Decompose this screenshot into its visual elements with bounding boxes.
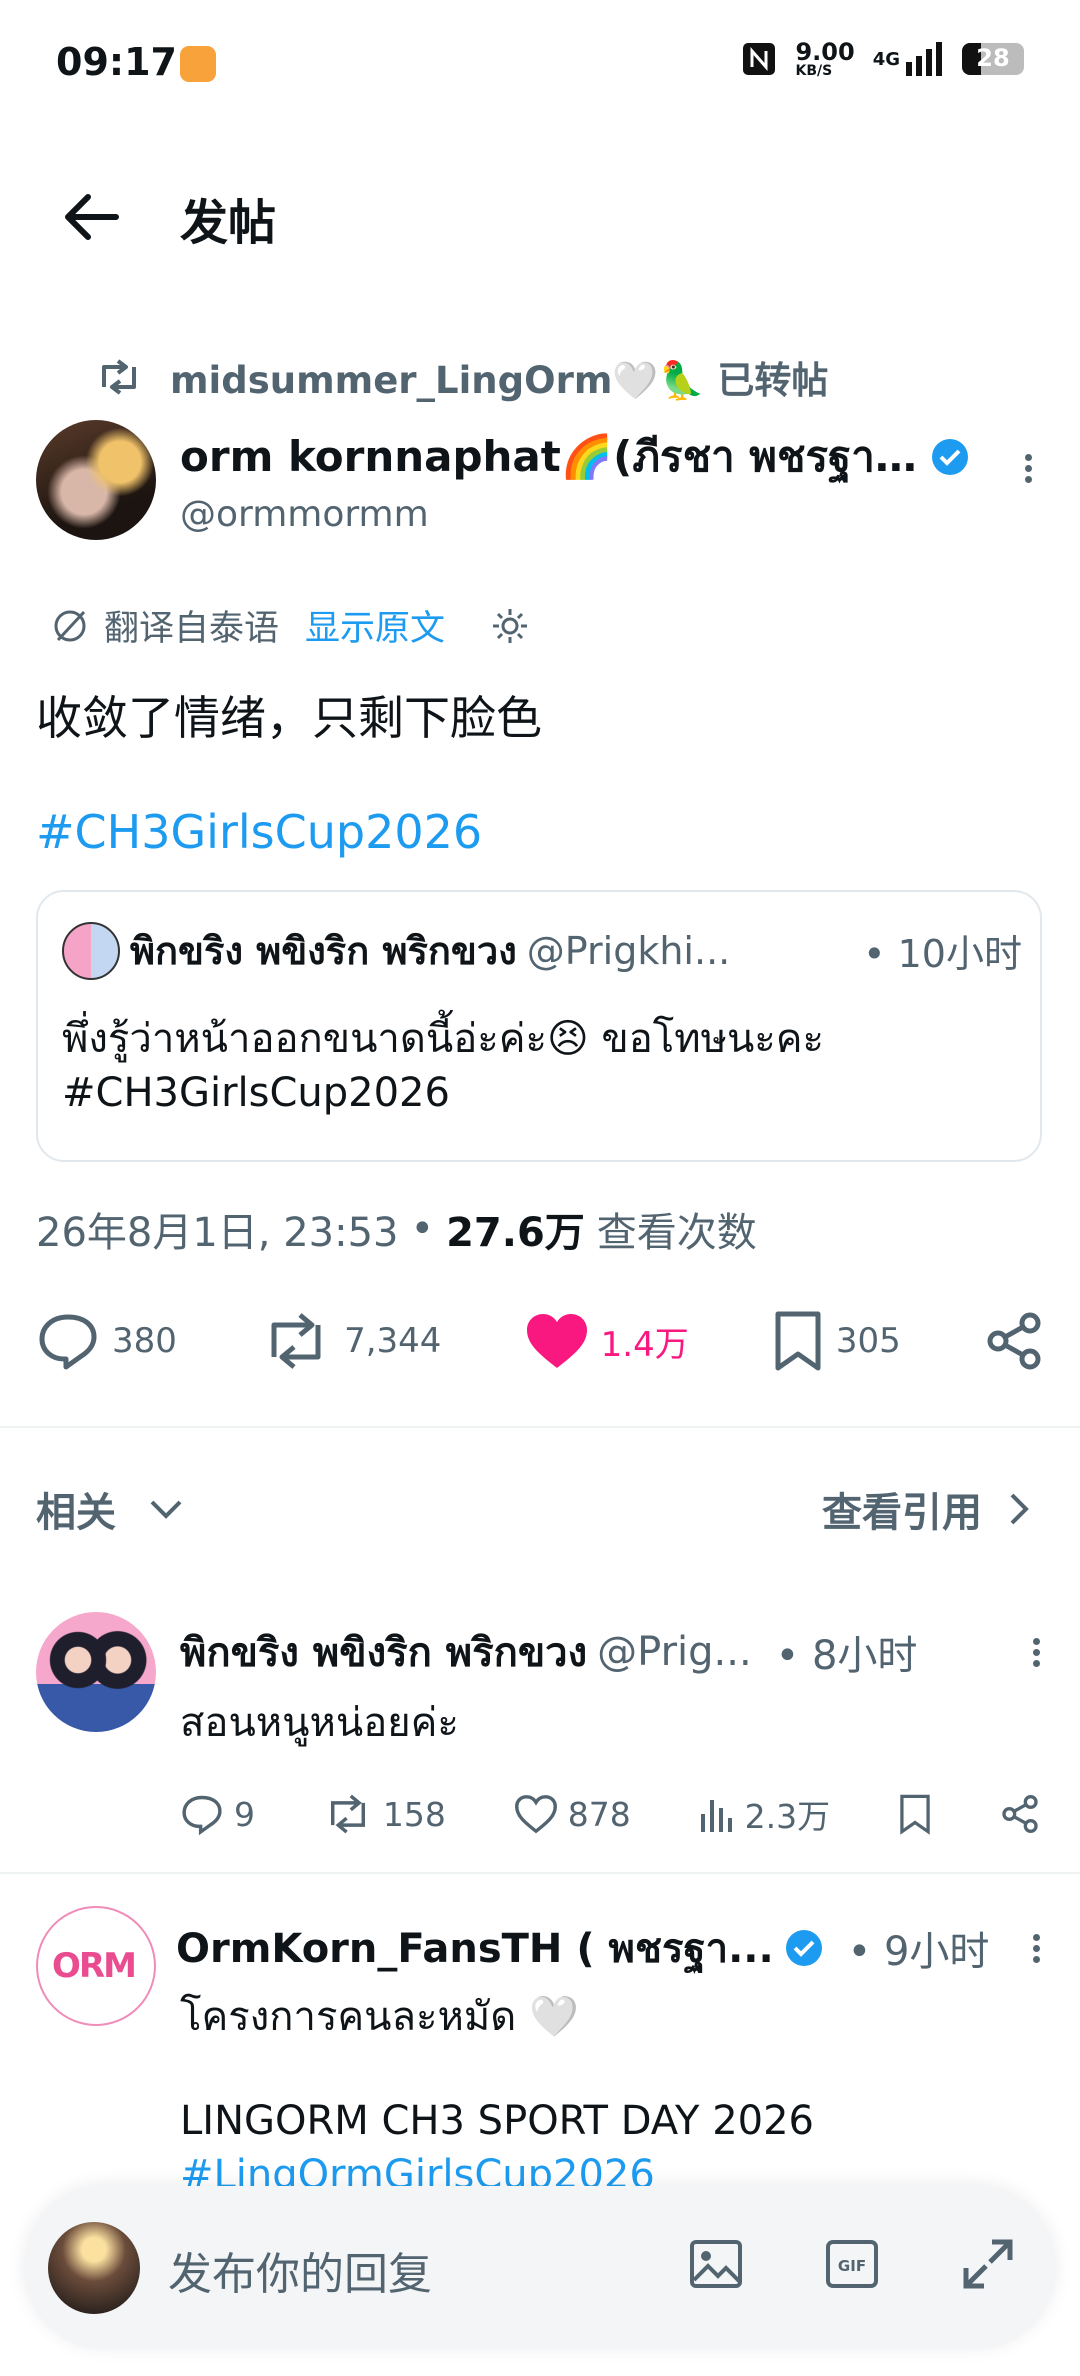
views-button[interactable]: 2.3万 [699, 1790, 830, 1838]
svg-text:GIF: GIF [838, 2257, 866, 2275]
gif-icon[interactable]: GIF [824, 2236, 880, 2292]
repost-button[interactable]: 158 [323, 1794, 446, 1834]
retweet-label: midsummer_LingOrm🤍🦜 已转帖 [170, 359, 829, 402]
timestamp: 26年8月1日, 23:53 [36, 1210, 399, 1256]
show-original-link[interactable]: 显示原文 [305, 600, 445, 651]
share-button[interactable] [984, 1311, 1044, 1371]
view-count-label: 查看次数 [596, 1210, 757, 1256]
divider [0, 1426, 1080, 1428]
quoted-author-name: พิกขริง พขิงริก พริกขวง [130, 929, 517, 973]
reply-actions: 9 158 878 2.3万 [180, 1790, 1040, 1838]
post-actions: 380 7,344 1.4万 305 [36, 1310, 1044, 1372]
more-options-icon[interactable] [1025, 450, 1032, 487]
reply-icon [39, 1314, 97, 1370]
retweet-icon [102, 359, 136, 395]
verified-badge-icon [932, 439, 968, 475]
reply-author-name: พิกขริง พขิงริก พริกขวง [180, 1630, 588, 1676]
translate-icon [54, 610, 86, 641]
reply-text: โครงการคนละหมัด 🤍 [180, 1994, 579, 2040]
bookmark-icon [775, 1311, 821, 1371]
retweet-indicator[interactable]: midsummer_LingOrm🤍🦜 已转帖 [96, 350, 828, 404]
bookmark-icon[interactable] [898, 1793, 932, 1835]
quoted-handle: @Prigkhi... [526, 928, 731, 973]
quoted-author-row: พิกขริง พขิงริก พริกขวง @Prigkhi... • 10… [62, 920, 1022, 981]
related-dropdown[interactable]: 相关 [36, 1480, 186, 1538]
reply-text: LINGORM CH3 SPORT DAY 2026 [180, 2098, 815, 2144]
chevron-right-icon [1010, 1493, 1029, 1525]
repost-icon [330, 1794, 365, 1834]
divider [0, 1872, 1080, 1874]
avatar[interactable] [36, 1612, 156, 1732]
reply-button[interactable]: 9 [180, 1793, 255, 1835]
more-options-icon[interactable] [1033, 1930, 1040, 1967]
analytics-icon [700, 1800, 732, 1832]
reply-time: • 9小时 [847, 1929, 990, 1975]
post-meta: 26年8月1日, 23:53 • 27.6万 查看次数 [36, 1200, 757, 1258]
heart-filled-icon [526, 1314, 587, 1368]
like-button[interactable]: 878 [514, 1794, 631, 1834]
more-options-icon[interactable] [1033, 1634, 1040, 1671]
author-handle: @ormmormm [180, 494, 429, 535]
post-text: 收敛了情绪，只剩下脸色 [36, 691, 542, 745]
author-name: orm kornnaphat🌈(ภีรชา พชรฐากู... [180, 432, 920, 481]
expand-icon[interactable] [960, 2236, 1016, 2292]
avatar[interactable] [36, 420, 156, 540]
reply-text: สอนหนูหน่อยค่ะ [180, 1700, 459, 1746]
translated-from-label: 翻译自泰语 [104, 609, 280, 649]
status-icons: 9.00 KB/S 4G 28 [741, 40, 1024, 78]
reply-icon [182, 1795, 222, 1835]
nfc-icon [743, 43, 776, 75]
page-title: 发帖 [180, 195, 277, 251]
repost-button[interactable]: 7,344 [260, 1313, 441, 1369]
chevron-down-icon [150, 1500, 182, 1519]
notification-app-icon [180, 46, 216, 82]
reply-handle: @Prig... [597, 1629, 752, 1675]
battery-icon: 28 [962, 43, 1024, 75]
image-icon[interactable] [688, 2236, 744, 2292]
reply-input[interactable]: 发布你的回复 [168, 2238, 432, 2302]
view-quotes-link[interactable]: 查看引用 [822, 1480, 1034, 1538]
share-icon [987, 1312, 1041, 1370]
avatar [48, 2222, 140, 2314]
reply-author-row[interactable]: OrmKorn_FansTH ( พชรฐา... • 9小时 [176, 1916, 1040, 1980]
quoted-avatar [62, 921, 120, 980]
view-count: 27.6万 [446, 1210, 585, 1256]
status-time: 09:17 [56, 40, 177, 84]
heart-icon [514, 1795, 557, 1834]
repost-icon [271, 1313, 321, 1369]
reply-composer[interactable]: 发布你的回复 GIF [24, 2186, 1056, 2350]
signal-icon: 4G [873, 42, 944, 76]
quoted-text: พึ่งรู้ว่าหน้าออกขนาดนี้อ่ะค่ะ😣 ขอโทษนะค… [62, 1016, 825, 1116]
network-speed: 9.00 KB/S [795, 38, 855, 79]
quoted-time: • 10小时 [863, 932, 1022, 976]
author-row[interactable]: orm kornnaphat🌈(ภีรชา พชรฐากู... [180, 424, 980, 490]
settings-gear-icon[interactable] [489, 605, 531, 647]
post-hashtag[interactable]: #CH3GirlsCup2026 [36, 805, 482, 859]
bookmark-button[interactable]: 305 [772, 1310, 901, 1372]
translation-row: 翻译自泰语 显示原文 [50, 600, 531, 651]
reply-author-name: OrmKorn_FansTH ( พชรฐา... [176, 1926, 774, 1972]
reply-author-row[interactable]: พิกขริง พขิงริก พริกขวง @Prig... • 8小时 [180, 1620, 1040, 1684]
reply-time: • 8小时 [775, 1633, 918, 1679]
like-button[interactable]: 1.4万 [525, 1312, 689, 1370]
reply-button[interactable]: 380 [36, 1311, 177, 1371]
share-icon[interactable] [1000, 1794, 1040, 1834]
quoted-post[interactable]: พิกขริง พขิงริก พริกขวง @Prigkhi... • 10… [36, 890, 1042, 1162]
verified-badge-icon [785, 1930, 822, 1966]
avatar[interactable]: ORM [36, 1906, 156, 2026]
back-arrow-icon[interactable] [60, 185, 124, 249]
composer-tools: GIF [688, 2236, 1016, 2292]
